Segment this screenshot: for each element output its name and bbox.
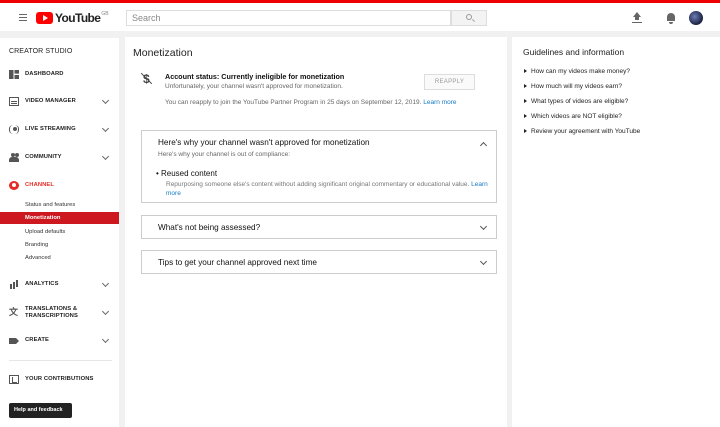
chevron-down-icon (101, 307, 110, 316)
contributions-icon (9, 375, 19, 384)
reapply-note-text: You can reapply to join the YouTube Part… (165, 99, 422, 106)
avatar[interactable] (689, 11, 703, 25)
sidebar-item-label: CHANNEL (25, 182, 55, 188)
sidebar-item-label: VIDEO MANAGER (25, 98, 76, 104)
guideline-link-text: How can my videos make money? (531, 68, 630, 75)
youtube-logo[interactable]: YouTube GB (36, 10, 109, 26)
reapply-button[interactable]: REAPPLY (424, 74, 475, 90)
sidebar-subitem-status[interactable]: Status and features (0, 199, 119, 211)
sidebar-item-label: LIVE STREAMING (25, 126, 76, 132)
channel-icon (9, 181, 19, 190)
creator-studio-title: CREATOR STUDIO (9, 48, 73, 55)
account-status-title: Account status: Currently ineligible for… (165, 72, 345, 81)
sidebar-subitem-branding[interactable]: Branding (0, 239, 119, 251)
account-status-subtitle: Unfortunately, your channel wasn't appro… (165, 83, 343, 90)
sidebar-item-live-streaming[interactable]: LIVE STREAMING (0, 122, 119, 138)
monetization-off-icon: $ (139, 72, 153, 86)
search-button[interactable] (451, 10, 487, 26)
tips-panel[interactable]: Tips to get your channel approved next t… (141, 250, 497, 274)
menu-icon[interactable] (19, 14, 27, 21)
reapply-note: You can reapply to join the YouTube Part… (165, 99, 457, 106)
guideline-link-text: Which videos are NOT eligible? (531, 113, 622, 120)
reason-description-text: Repurposing someone else's content witho… (166, 181, 470, 188)
help-feedback-button[interactable]: Help and feedback (9, 403, 72, 418)
create-icon (9, 336, 19, 345)
guidelines-title: Guidelines and information (523, 47, 625, 57)
page-title: Monetization (133, 47, 193, 59)
masthead: YouTube GB Search (0, 3, 720, 31)
guideline-link[interactable]: How much will my videos earn? (523, 83, 622, 90)
guideline-link-text: Review your agreement with YouTube (531, 128, 641, 135)
tips-panel-title: Tips to get your channel approved next t… (158, 258, 317, 267)
sidebar-item-label: COMMUNITY (25, 154, 62, 160)
video-manager-icon (9, 97, 19, 106)
chevron-down-icon (101, 279, 110, 288)
caret-right-icon (524, 99, 527, 103)
reasons-panel: Here's why your channel wasn't approved … (141, 130, 497, 203)
analytics-icon (9, 280, 19, 289)
chevron-down-icon (101, 96, 110, 105)
sidebar-item-label: DASHBOARD (25, 71, 64, 77)
caret-right-icon (524, 84, 527, 88)
reasons-panel-subtitle: Here's why your channel is out of compli… (158, 151, 291, 158)
caret-right-icon (524, 114, 527, 118)
translate-icon: 文 (9, 307, 19, 317)
logo-text: YouTube (55, 11, 101, 25)
caret-right-icon (524, 69, 527, 73)
live-streaming-icon (9, 125, 19, 134)
reason-description: Repurposing someone else's content witho… (166, 181, 492, 198)
logo-region: GB (101, 11, 109, 17)
guideline-link-text: How much will my videos earn? (531, 83, 623, 90)
chevron-down-icon (101, 335, 110, 344)
sidebar-item-analytics[interactable]: ANALYTICS (0, 277, 119, 293)
reasons-panel-title[interactable]: Here's why your channel wasn't approved … (158, 138, 370, 147)
sidebar-item-label: YOUR CONTRIBUTIONS (25, 376, 94, 382)
community-icon (9, 153, 19, 162)
monetization-card: Monetization $ Account status: Currently… (125, 37, 507, 427)
sidebar-item-translations[interactable]: 文 TRANSLATIONS & TRANSCRIPTIONS (0, 305, 119, 321)
chevron-down-icon (101, 152, 110, 161)
guidelines-card: Guidelines and information How can my vi… (512, 37, 720, 427)
youtube-play-icon (36, 12, 53, 24)
sidebar-item-video-manager[interactable]: VIDEO MANAGER (0, 94, 119, 110)
sidebar-subitem-advanced[interactable]: Advanced (0, 252, 119, 264)
sidebar-item-label: ANALYTICS (25, 281, 59, 287)
not-assessed-panel[interactable]: What's not being assessed? (141, 215, 497, 239)
guideline-link[interactable]: What types of videos are eligible? (523, 98, 628, 105)
search-input[interactable]: Search (126, 10, 451, 26)
sidebar-subitem-monetization[interactable]: Monetization (0, 212, 119, 224)
sidebar-item-label: CREATE (25, 337, 50, 343)
guideline-link-text: What types of videos are eligible? (531, 98, 629, 105)
reason-title: Reused content (156, 169, 217, 178)
search-icon (466, 14, 472, 20)
sidebar-divider (9, 360, 112, 361)
chevron-up-icon[interactable] (479, 141, 488, 150)
chevron-down-icon (101, 124, 110, 133)
dashboard-icon (9, 70, 19, 79)
learn-more-link[interactable]: Learn more (423, 99, 456, 106)
upload-icon[interactable] (631, 12, 643, 24)
not-assessed-panel-title: What's not being assessed? (158, 223, 261, 232)
sidebar-item-label: TRANSLATIONS & TRANSCRIPTIONS (25, 306, 78, 319)
sidebar: CREATOR STUDIO DASHBOARD VIDEO MANAGER L… (0, 38, 119, 427)
guideline-link[interactable]: Review your agreement with YouTube (523, 128, 640, 135)
sidebar-subitem-upload-defaults[interactable]: Upload defaults (0, 226, 119, 238)
chevron-down-icon (479, 222, 488, 231)
guideline-link[interactable]: How can my videos make money? (523, 68, 630, 75)
notifications-icon[interactable] (665, 12, 677, 24)
guideline-link[interactable]: Which videos are NOT eligible? (523, 113, 622, 120)
caret-right-icon (524, 129, 527, 133)
chevron-down-icon (479, 257, 488, 266)
sidebar-item-channel[interactable]: CHANNEL (0, 178, 119, 194)
sidebar-item-community[interactable]: COMMUNITY (0, 150, 119, 166)
sidebar-item-create[interactable]: CREATE (0, 333, 119, 349)
sidebar-item-contributions[interactable]: YOUR CONTRIBUTIONS (0, 372, 119, 388)
sidebar-item-dashboard[interactable]: DASHBOARD (0, 67, 119, 83)
